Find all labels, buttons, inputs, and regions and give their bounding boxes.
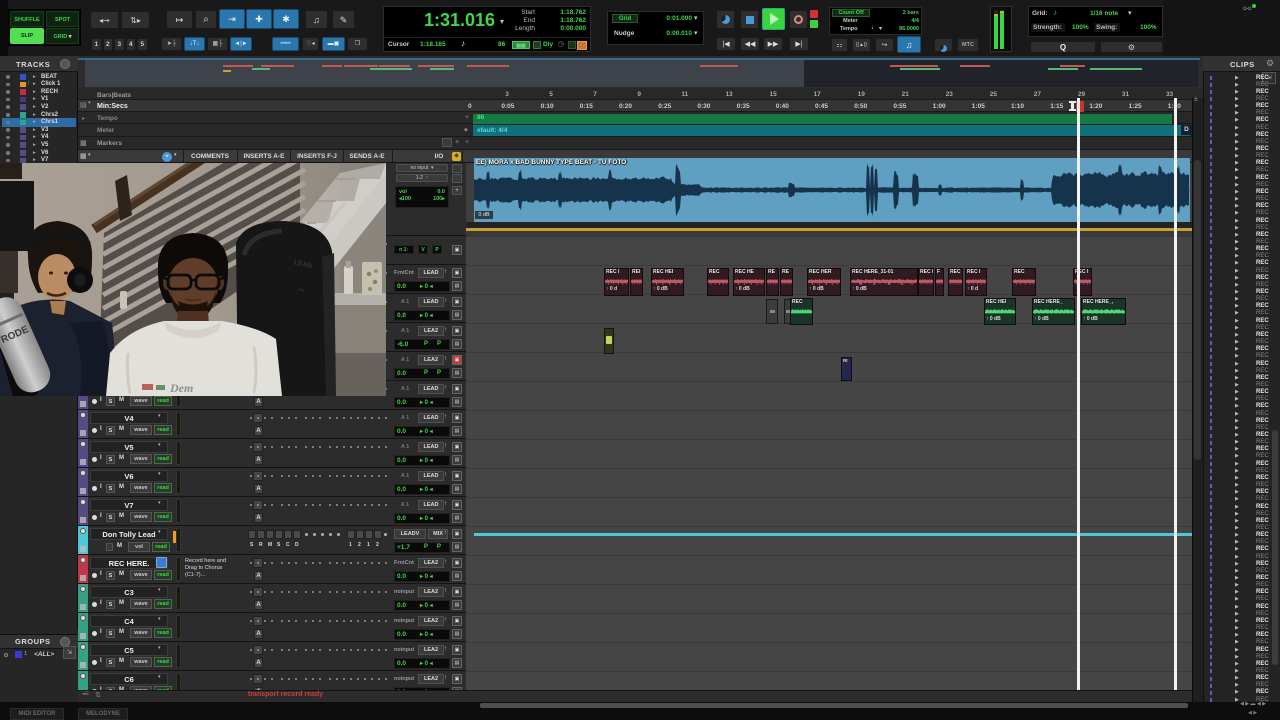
svg-text:Dem: Dem — [169, 381, 193, 395]
